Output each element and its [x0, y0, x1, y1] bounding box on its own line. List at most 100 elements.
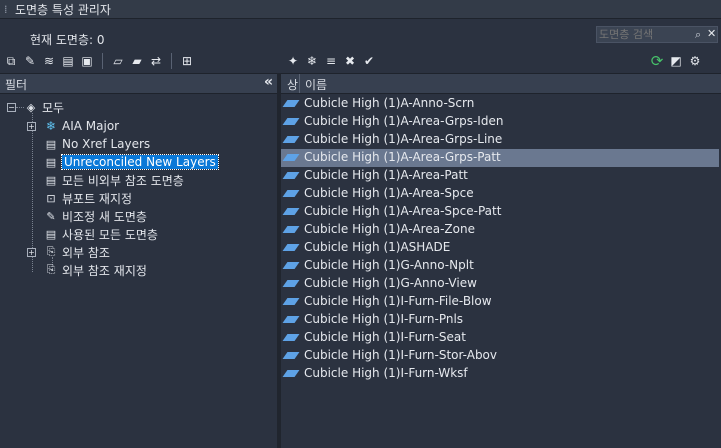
left-toolbar: ⧉ ✎ ≋ ▤ ▣ ▱ ▰ ⇄ ⊞: [4, 53, 194, 69]
layer-row[interactable]: Cubicle High (1)A-Area-Spce-Patt: [281, 203, 719, 221]
layer-row[interactable]: Cubicle High (1)A-Area-Spce: [281, 185, 719, 203]
search-icon[interactable]: ⌕: [695, 28, 701, 42]
delete-layer-icon[interactable]: ✖: [343, 54, 357, 68]
tree-label: 외부 참조: [62, 245, 110, 260]
layer-status-icon: [282, 190, 300, 197]
column-name[interactable]: 이름: [305, 76, 327, 93]
viewport-override-icon: ⊡: [46, 191, 56, 205]
layer-name: Cubicle High (1)I-Furn-Seat: [304, 330, 466, 344]
tree-label: 비조정 새 도면층: [62, 209, 147, 224]
tree-node-xref-override[interactable]: ⎘ 외부 참조 재지정: [44, 261, 147, 279]
layer-row[interactable]: Cubicle High (1)A-Area-Patt: [281, 167, 719, 185]
layer-name: Cubicle High (1)A-Area-Grps-Line: [304, 132, 503, 146]
layer-row[interactable]: Cubicle High (1)G-Anno-Nplt: [281, 257, 719, 275]
layer-row[interactable]: Cubicle High (1)ASHADE: [281, 239, 719, 257]
tree-label: 모두: [42, 100, 65, 115]
layer-status-icon: [282, 334, 300, 341]
filter-icon: ▤: [45, 155, 57, 169]
layer-status-icon: [282, 226, 300, 233]
set-current-icon[interactable]: ✔: [362, 54, 376, 68]
layer-row[interactable]: Cubicle High (1)A-Area-Grps-Line: [281, 131, 719, 149]
tree-guide: [16, 107, 24, 108]
import-icon[interactable]: ⇄: [149, 54, 163, 68]
layer-row[interactable]: Cubicle High (1)A-Area-Grps-Patt: [281, 149, 719, 167]
current-layer-label: 현재 도면층: 0: [30, 33, 105, 47]
layer-name: Cubicle High (1)A-Area-Grps-Patt: [304, 150, 501, 164]
settings-icon[interactable]: ◩: [669, 54, 683, 68]
expand-toggle-icon[interactable]: +: [27, 121, 36, 131]
layer-name: Cubicle High (1)I-Furn-Stor-Abov: [304, 348, 498, 362]
tree-label: 모든 비외부 참조 도면층: [62, 173, 184, 188]
layer-status-icon: [282, 208, 300, 215]
tree-label: 뷰포트 재지정: [62, 191, 133, 206]
layer-status-icon: [282, 352, 300, 359]
tree-node-used-layers[interactable]: ▤ 사용된 모든 도면층: [44, 225, 158, 243]
layer-name: Cubicle High (1)I-Furn-File-Blow: [304, 294, 492, 308]
tree-label: 사용된 모든 도면층: [62, 227, 158, 242]
layer-row[interactable]: Cubicle High (1)A-Anno-Scrn: [281, 95, 719, 113]
layer-name: Cubicle High (1)A-Area-Spce: [304, 186, 474, 200]
layer-status-icon: [282, 244, 300, 251]
expand-toggle-icon[interactable]: +: [27, 247, 36, 257]
layer-list-header: 상 이름: [281, 73, 721, 94]
tree-label: No Xref Layers: [62, 137, 151, 151]
folder-open-icon[interactable]: ▱: [111, 54, 125, 68]
new-layer-icon[interactable]: ✦: [286, 54, 300, 68]
snowflake-filter-icon: ❄: [45, 119, 57, 133]
tree-label: AIA Major: [62, 119, 120, 133]
layer-name: Cubicle High (1)I-Furn-Pnls: [304, 312, 464, 326]
tree-node-no-xref[interactable]: ▤ No Xref Layers: [44, 135, 150, 153]
layer-row[interactable]: Cubicle High (1)A-Area-Grps-Iden: [281, 113, 719, 131]
search-input[interactable]: [599, 27, 695, 42]
window-title: 도면층 특성 관리자: [15, 3, 111, 17]
unreconciled-icon: ✎: [46, 209, 56, 223]
close-icon[interactable]: ✕: [707, 27, 716, 40]
tree-node-xref[interactable]: + ⎘ 외부 참조: [27, 243, 110, 261]
drag-grip-icon[interactable]: ⁞: [4, 3, 8, 16]
tree-node-unreconciled[interactable]: ✎ 비조정 새 도면층: [44, 207, 147, 225]
column-status[interactable]: 상: [287, 76, 298, 93]
tree-node-non-xref[interactable]: ▤ 모든 비외부 참조 도면층: [44, 171, 184, 189]
collapse-panel-icon[interactable]: «: [264, 74, 273, 90]
layer-status-icon: [282, 154, 300, 161]
title-bar[interactable]: ⁞ 도면층 특성 관리자: [0, 0, 721, 19]
filter-icon: ▤: [45, 173, 57, 187]
tree-node-aia-major[interactable]: + ❄ AIA Major: [27, 117, 119, 135]
layer-walk-icon[interactable]: ≡: [324, 54, 338, 68]
layer-name: Cubicle High (1)A-Anno-Scrn: [304, 96, 475, 110]
column-divider[interactable]: [299, 74, 300, 93]
gear-icon[interactable]: ⚙: [688, 54, 702, 68]
layer-row[interactable]: Cubicle High (1)I-Furn-Wksf: [281, 365, 719, 383]
layer-row[interactable]: Cubicle High (1)A-Area-Zone: [281, 221, 719, 239]
save-icon[interactable]: ▣: [80, 54, 94, 68]
layer-row[interactable]: Cubicle High (1)G-Anno-View: [281, 275, 719, 293]
collapse-toggle-icon[interactable]: −: [7, 102, 16, 112]
layer-name: Cubicle High (1)A-Area-Spce-Patt: [304, 204, 502, 218]
layer-status-icon: [282, 136, 300, 143]
search-box[interactable]: ⌕ ✕: [596, 26, 718, 43]
new-group-filter-icon[interactable]: ✎: [23, 54, 37, 68]
layer-row[interactable]: Cubicle High (1)I-Furn-Stor-Abov: [281, 347, 719, 365]
layer-status-icon: [282, 280, 300, 287]
layer-row[interactable]: Cubicle High (1)I-Furn-Seat: [281, 329, 719, 347]
xref-override-icon: ⎘: [46, 263, 56, 276]
folder-icon[interactable]: ▰: [130, 54, 144, 68]
filter-icon: ▤: [45, 227, 57, 241]
layer-status-icon: [282, 370, 300, 377]
layer-status-icon: [282, 316, 300, 323]
new-vp-frozen-layer-icon[interactable]: ❄: [305, 54, 319, 68]
layer-settings-icon[interactable]: ▤: [61, 54, 75, 68]
tree-node-viewport-override[interactable]: ⊡ 뷰포트 재지정: [44, 189, 132, 207]
layer-row[interactable]: Cubicle High (1)I-Furn-File-Blow: [281, 293, 719, 311]
layer-states-icon[interactable]: ≋: [42, 54, 56, 68]
tree-node-unreconciled-new[interactable]: ▤ Unreconciled New Layers: [44, 153, 219, 171]
layer-name: Cubicle High (1)A-Area-Zone: [304, 222, 475, 236]
refresh-icon[interactable]: ⟳: [650, 54, 664, 69]
new-property-filter-icon[interactable]: ⧉: [4, 54, 18, 68]
layer-row[interactable]: Cubicle High (1)I-Furn-Pnls: [281, 311, 719, 329]
layer-status-icon: [282, 262, 300, 269]
right-toolbar-end: ⟳ ◩ ⚙: [650, 53, 702, 69]
export-icon[interactable]: ⊞: [180, 54, 194, 68]
tree-node-all[interactable]: − ◈ 모두: [7, 98, 64, 116]
layer-name: Cubicle High (1)ASHADE: [304, 240, 451, 254]
